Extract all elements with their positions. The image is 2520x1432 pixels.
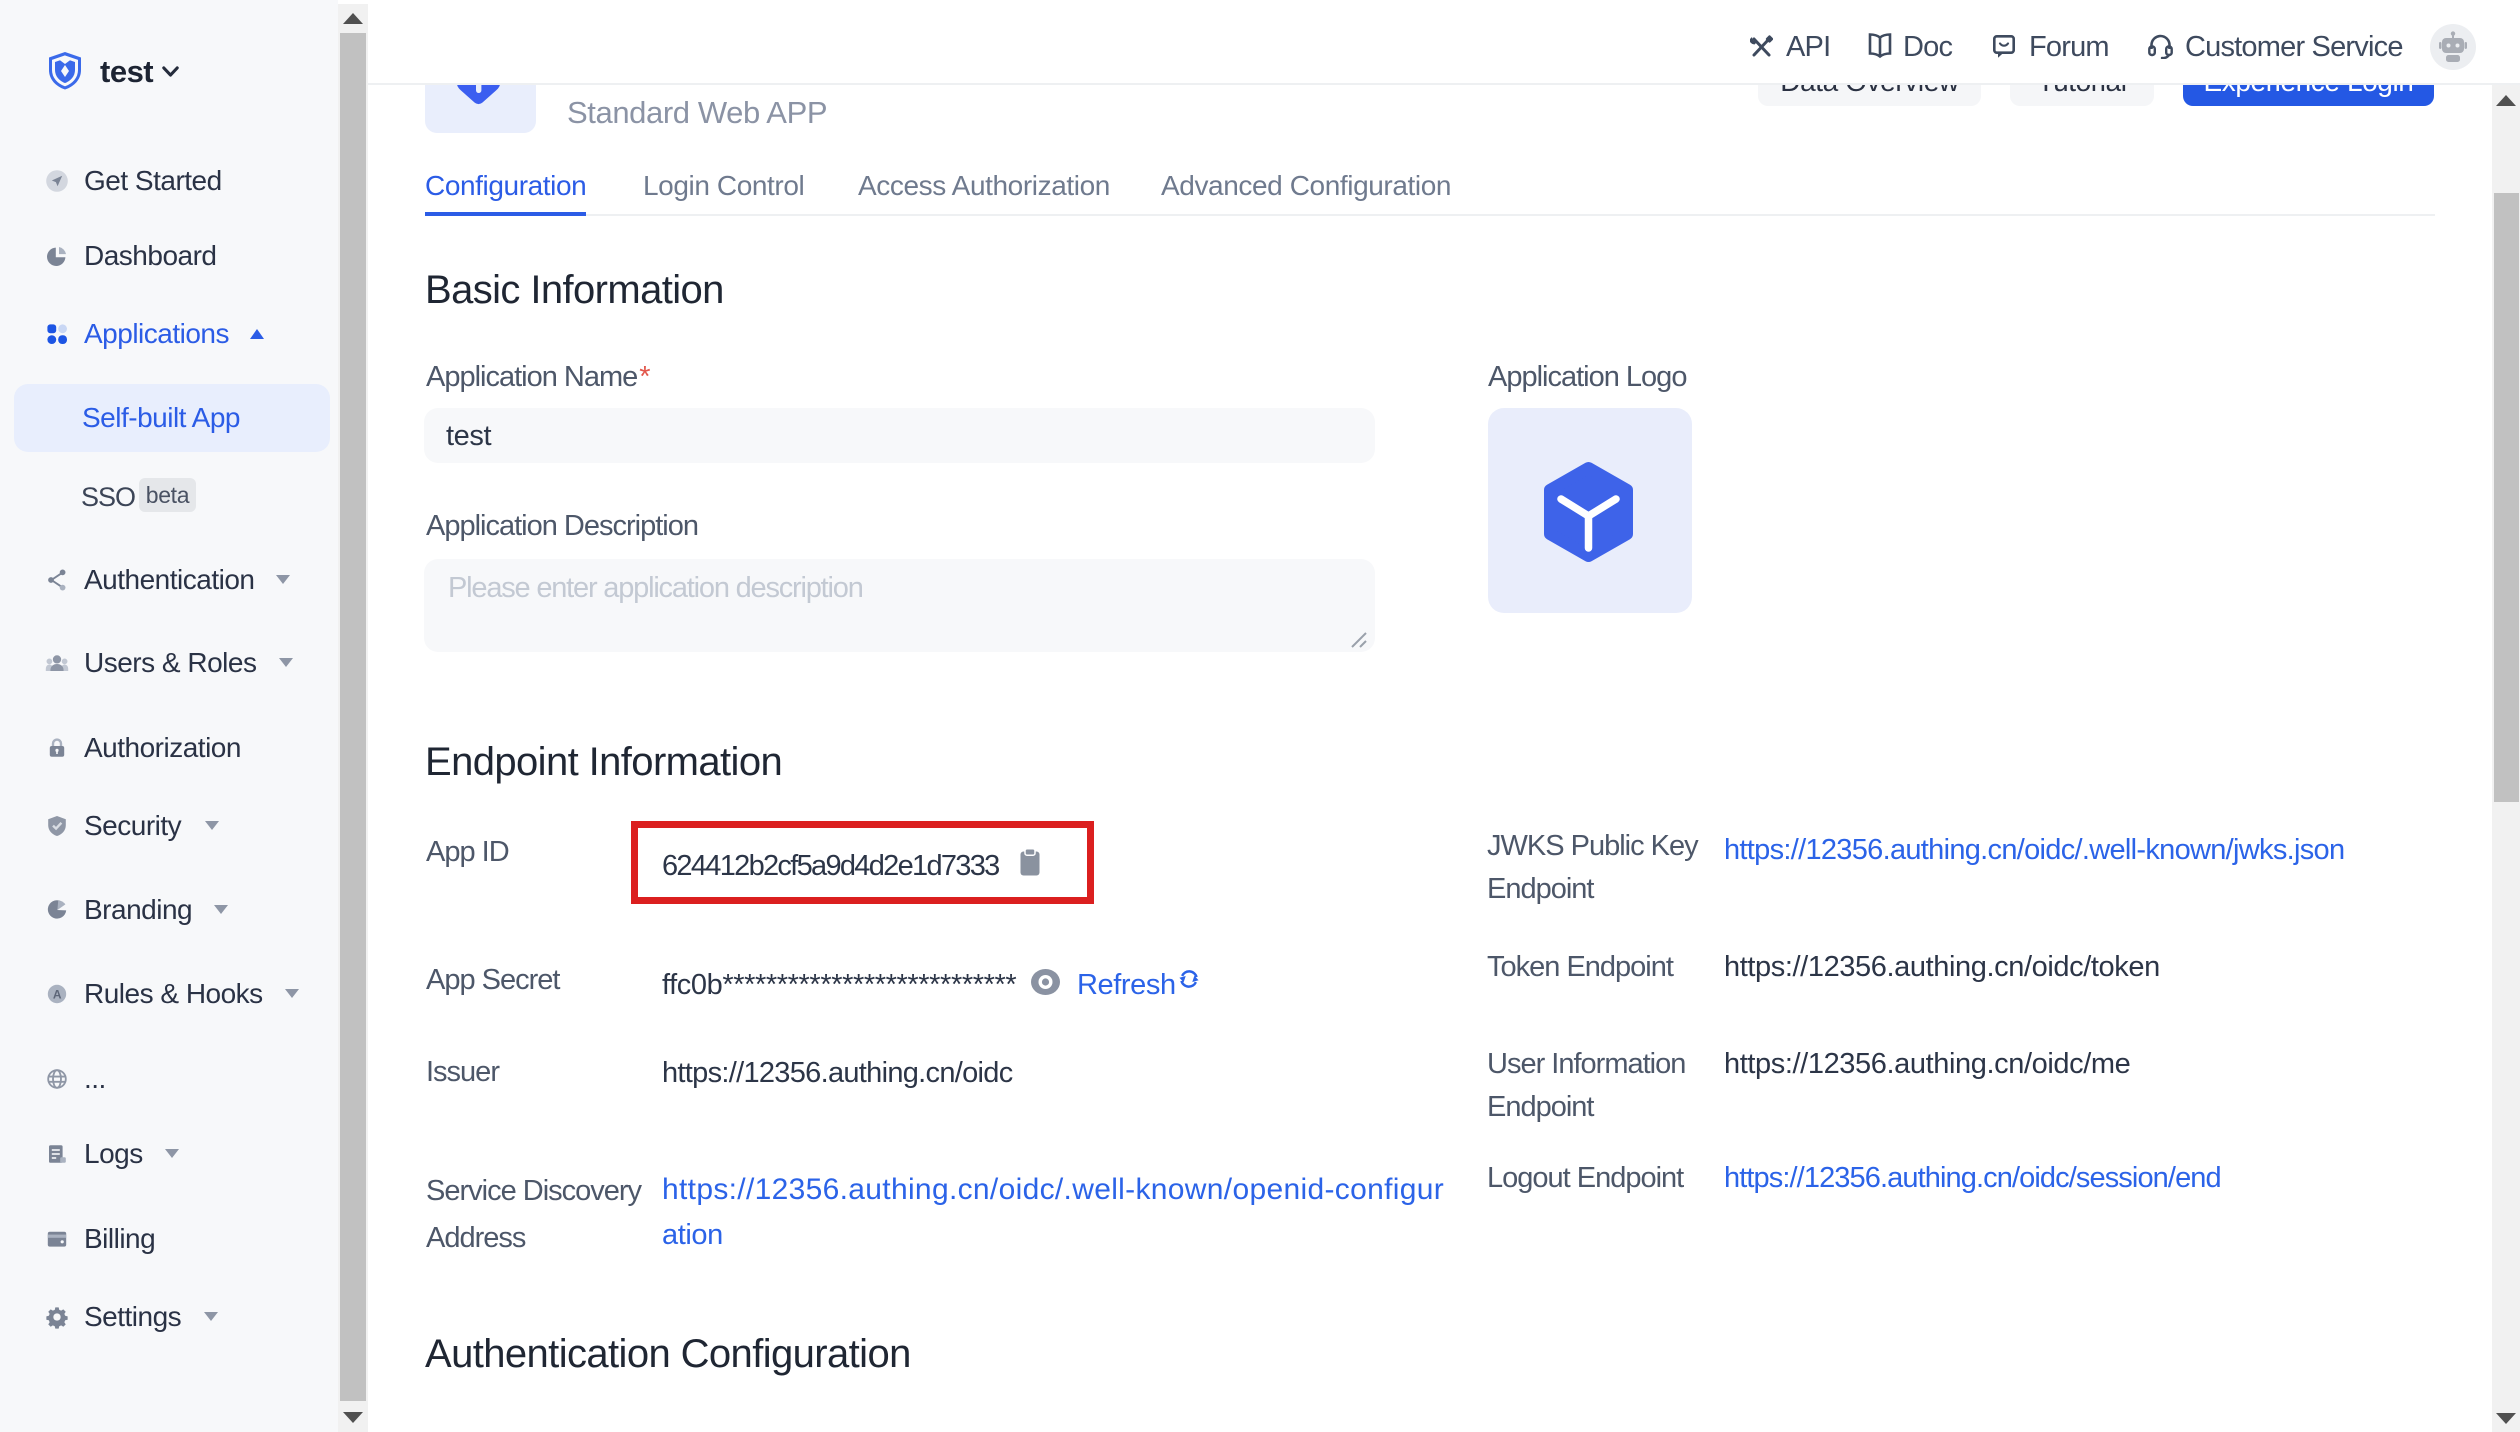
svg-text:A: A	[53, 987, 62, 1001]
